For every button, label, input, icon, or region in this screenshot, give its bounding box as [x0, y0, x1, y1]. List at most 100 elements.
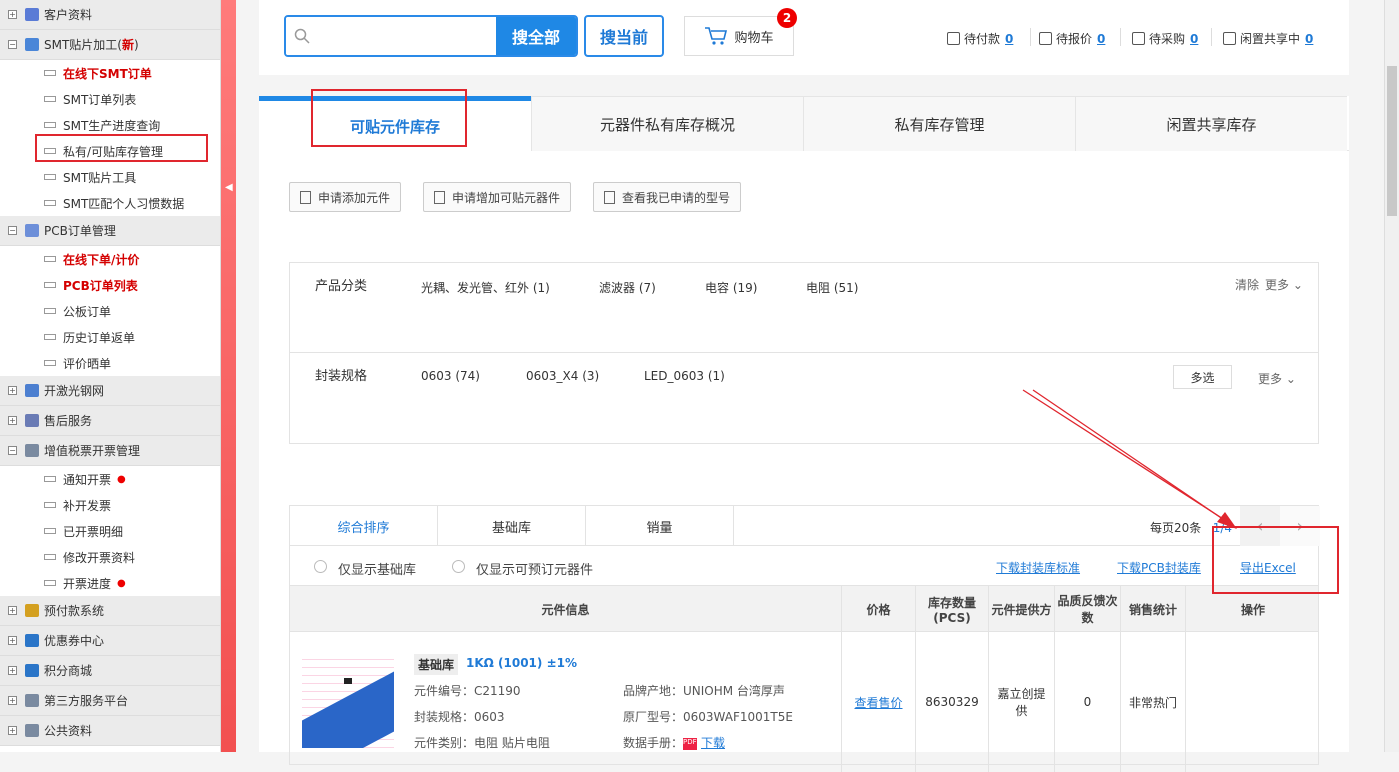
stat-value[interactable]: 0 — [1005, 32, 1013, 46]
clear-link[interactable]: 清除 — [1235, 276, 1259, 293]
sidebar-item[interactable]: 历史订单返单 — [0, 324, 220, 350]
sidebar-group[interactable]: + 公共资料 — [0, 716, 220, 746]
more-link[interactable]: 更多 ⌄ — [1258, 370, 1296, 387]
sidebar-group[interactable]: + 售后服务 — [0, 406, 220, 436]
view-price-link[interactable]: 查看售价 — [841, 632, 915, 772]
stat-value[interactable]: 0 — [1097, 32, 1105, 46]
new-badge: 新 — [121, 38, 134, 52]
sidebar-item[interactable]: SMT贴片工具 — [0, 164, 220, 190]
stat-value[interactable]: 0 — [1190, 32, 1198, 46]
package-option[interactable]: 0603_X4 (3) — [526, 369, 599, 383]
button-label: 查看我已申请的型号 — [622, 190, 731, 205]
sidebar-item[interactable]: 私有/可贴库存管理 — [0, 134, 220, 164]
sidebar-item-label: 补开发票 — [63, 498, 112, 513]
tab-idle-sharing[interactable]: 闲置共享库存 — [1075, 96, 1347, 151]
expand-icon[interactable]: + — [8, 416, 17, 425]
cart-label: 购物车 — [734, 30, 774, 46]
sidebar-group[interactable]: − 增值税票开票管理 — [0, 436, 220, 466]
sidebar-item[interactable]: 公板订单 — [0, 298, 220, 324]
only-basic-label: 仅显示基础库 — [338, 563, 417, 578]
sidebar-item-label: 开票进度 — [63, 576, 112, 591]
cart-button[interactable]: 购物车 2 — [684, 8, 797, 56]
sidebar-group[interactable]: + 预付款系统 — [0, 596, 220, 626]
tab-private-management[interactable]: 私有库存管理 — [803, 96, 1075, 151]
more-label: 更多 — [1258, 372, 1283, 386]
sidebar-group-label: SMT贴片加工( — [44, 38, 122, 52]
sidebar-item-label: 公板订单 — [63, 304, 112, 319]
package-option[interactable]: LED_0603 (1) — [644, 369, 725, 383]
stat-value[interactable]: 0 — [1305, 32, 1313, 46]
sidebar-collapse-bar[interactable]: ◀ — [221, 0, 236, 752]
sort-sales[interactable]: 销量 — [586, 506, 734, 546]
chevron-down-icon: ⌄ — [1292, 278, 1303, 292]
tab-private-overview[interactable]: 元器件私有库存概况 — [531, 96, 803, 151]
sidebar-group[interactable]: + 客户资料 — [0, 0, 220, 30]
sidebar-item[interactable]: 在线下单/计价 — [0, 246, 220, 272]
sidebar-group[interactable]: − SMT贴片加工(新) — [0, 30, 220, 60]
apply-add-component-button[interactable]: 申请添加元件 — [289, 182, 402, 212]
stat-pending-purchase[interactable]: 待采购 0 — [1132, 30, 1198, 47]
stat-idle-sharing[interactable]: 闲置共享中 0 — [1223, 30, 1313, 47]
expand-icon[interactable]: + — [8, 386, 17, 395]
scrollbar[interactable] — [1384, 0, 1399, 752]
apply-add-mountable-button[interactable]: 申请增加可贴元器件 — [423, 182, 572, 212]
search-all-button[interactable]: 搜全部 — [496, 17, 576, 55]
sort-basic-library[interactable]: 基础库 — [438, 506, 586, 546]
download-pcb-package-link[interactable]: 下载PCB封装库 — [1117, 559, 1201, 576]
sidebar-group[interactable]: + 第三方服务平台 — [0, 686, 220, 716]
sidebar-item-label: 历史订单返单 — [63, 330, 136, 345]
collapse-icon[interactable]: − — [8, 40, 17, 49]
sidebar-item-label: SMT生产进度查询 — [63, 118, 161, 133]
sales-stat: 非常热门 — [1120, 632, 1185, 772]
stat-pending-payment[interactable]: 待付款 0 — [947, 30, 1013, 47]
stat-label: 待报价 — [1056, 32, 1093, 46]
only-basic-radio[interactable] — [314, 560, 327, 573]
expand-icon[interactable]: + — [8, 696, 17, 705]
datasheet-download-link[interactable]: 下载 — [701, 736, 725, 750]
sidebar-item[interactable]: 修改开票资料 — [0, 544, 220, 570]
scrollbar-thumb[interactable] — [1387, 66, 1397, 216]
sidebar-item[interactable]: SMT订单列表 — [0, 86, 220, 112]
package-option[interactable]: 0603 (74) — [421, 369, 480, 383]
expand-icon[interactable]: + — [8, 606, 17, 615]
sort-comprehensive[interactable]: 综合排序 — [290, 506, 438, 546]
sidebar-item[interactable]: 通知开票 ● — [0, 466, 220, 492]
expand-icon[interactable]: + — [8, 636, 17, 645]
chevron-down-icon: ⌄ — [1285, 372, 1296, 386]
stat-pending-quote[interactable]: 待报价 0 — [1039, 30, 1105, 47]
datasheet-label: 数据手册： — [623, 736, 684, 750]
sidebar-item[interactable]: 评价晒单 — [0, 350, 220, 376]
collapse-icon[interactable]: − — [8, 446, 17, 455]
sidebar-group[interactable]: + 开激光钢网 — [0, 376, 220, 406]
category-option[interactable]: 滤波器 (7) — [599, 279, 656, 296]
category-option[interactable]: 光耦、发光管、红外 (1) — [421, 279, 550, 296]
category-option[interactable]: 电容 (19) — [705, 279, 757, 296]
sidebar-group[interactable]: + 优惠券中心 — [0, 626, 220, 656]
item-icon — [44, 502, 56, 508]
service-icon — [25, 414, 39, 427]
expand-icon[interactable]: + — [8, 726, 17, 735]
sidebar-item[interactable]: PCB订单列表 — [0, 272, 220, 298]
search-input[interactable] — [286, 17, 496, 55]
table-row: 基础库 1KΩ (1001) ±1% 元件编号：C21190 品牌产地：UNIO… — [290, 632, 1318, 772]
view-applied-models-button[interactable]: 查看我已申请的型号 — [593, 182, 742, 212]
sidebar-item[interactable]: 开票进度 ● — [0, 570, 220, 596]
only-preorder-radio[interactable] — [452, 560, 465, 573]
sidebar-item[interactable]: 补开发票 — [0, 492, 220, 518]
more-link[interactable]: 更多 ⌄ — [1265, 276, 1303, 293]
sidebar-item[interactable]: SMT匹配个人习惯数据 — [0, 190, 220, 216]
collapse-icon[interactable]: − — [8, 226, 17, 235]
expand-icon[interactable]: + — [8, 666, 17, 675]
collapse-arrow-icon[interactable]: ◀ — [225, 182, 233, 193]
download-package-standard-link[interactable]: 下载封装库标准 — [996, 559, 1080, 576]
sidebar-item[interactable]: 已开票明细 — [0, 518, 220, 544]
component-name-link[interactable]: 1KΩ (1001) ±1% — [466, 656, 577, 670]
sidebar-group[interactable]: + 积分商城 — [0, 656, 220, 686]
sidebar-item[interactable]: 在线下SMT订单 — [0, 60, 220, 86]
search-current-button[interactable]: 搜当前 — [584, 15, 664, 57]
chip-icon — [25, 38, 39, 51]
options-row: 仅显示基础库 仅显示可预订元器件 下载封装库标准 下载PCB封装库 导出Exce… — [290, 546, 1318, 586]
expand-icon[interactable]: + — [8, 10, 17, 19]
sidebar-group[interactable]: − PCB订单管理 — [0, 216, 220, 246]
category-option[interactable]: 电阻 (51) — [806, 279, 858, 296]
